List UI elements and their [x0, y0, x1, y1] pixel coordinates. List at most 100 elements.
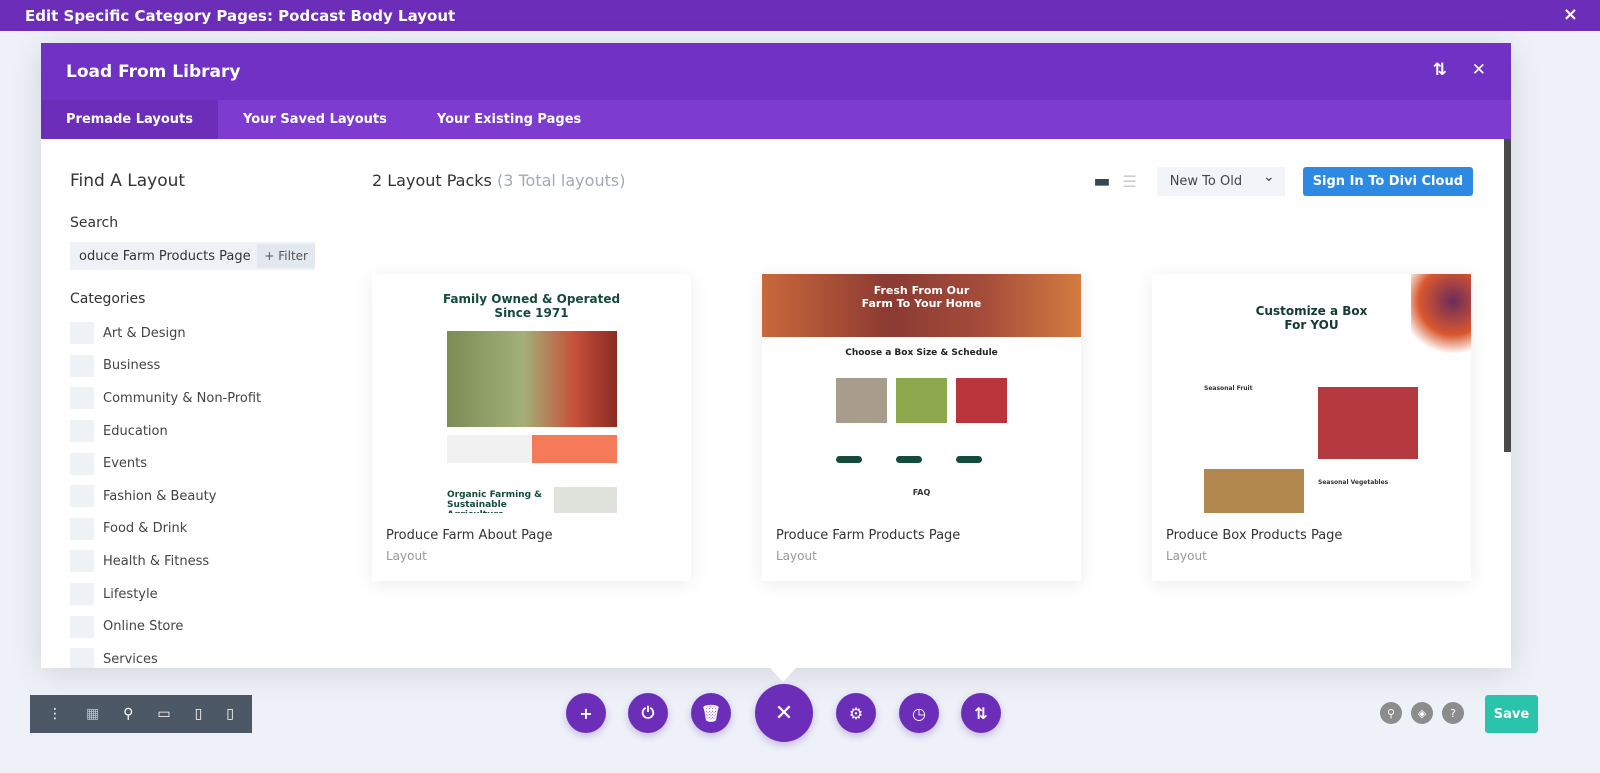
category-label: Online Store: [103, 619, 184, 635]
close-icon[interactable]: ✕: [1472, 60, 1486, 80]
category-checkbox[interactable]: [70, 583, 94, 606]
close-library-button[interactable]: ✕: [755, 684, 813, 742]
card-title: Produce Farm About Page: [386, 528, 553, 543]
layout-card[interactable]: Customize a Box For YOU Seasonal Fruit S…: [1152, 274, 1471, 581]
filter-button[interactable]: + Filter: [257, 244, 315, 268]
category-label: Services: [103, 651, 158, 667]
modal-header: Load From Library ⇅ ✕: [41, 43, 1511, 100]
card-title: Produce Box Products Page: [1166, 528, 1343, 543]
category-item[interactable]: Business: [70, 350, 315, 383]
thumb-subheading: Choose a Box Size & Schedule: [845, 348, 998, 358]
layers-icon[interactable]: ◈: [1411, 702, 1433, 724]
phone-icon[interactable]: ▯: [226, 706, 234, 722]
category-checkbox[interactable]: [70, 354, 94, 377]
list-view-icon[interactable]: ☰: [1122, 172, 1136, 191]
category-label: Lifestyle: [103, 586, 158, 602]
thumb-heading: Family Owned & Operated Since 1971: [442, 292, 621, 320]
category-item[interactable]: Food & Drink: [70, 513, 315, 546]
category-item[interactable]: Lifestyle: [70, 578, 315, 611]
desktop-icon[interactable]: ▭: [157, 706, 170, 722]
category-checkbox[interactable]: [70, 387, 94, 410]
tab-premade-layouts[interactable]: Premade Layouts: [41, 100, 218, 139]
sort-arrows-icon[interactable]: ⇅: [1433, 60, 1447, 80]
thumb-image: [1411, 274, 1471, 364]
category-label: Events: [103, 456, 148, 472]
category-checkbox[interactable]: [70, 322, 94, 345]
thumb-subheading: Seasonal Vegetables: [1318, 479, 1389, 486]
sort-arrows-icon[interactable]: ⇅: [961, 693, 1001, 733]
category-item[interactable]: Community & Non-Profit: [70, 382, 315, 415]
layout-browser: 2 Layout Packs (3 Total layouts) ▬ ☰ New…: [372, 167, 1473, 581]
layout-thumbnail: Customize a Box For YOU Seasonal Fruit S…: [1152, 274, 1471, 513]
grid-view-icon[interactable]: ▬: [1093, 171, 1110, 192]
search-input[interactable]: oduce Farm Products Page + Filter: [70, 242, 315, 270]
thumb-hero: Fresh From Our Farm To Your Home: [762, 274, 1081, 337]
tab-existing-pages[interactable]: Your Existing Pages: [412, 100, 606, 139]
card-title: Produce Farm Products Page: [776, 528, 961, 543]
portability-icon[interactable]: ⏻: [628, 693, 668, 733]
settings-icon[interactable]: ⚙: [836, 693, 876, 733]
layout-card[interactable]: Family Owned & Operated Since 1971 Organ…: [372, 274, 691, 581]
history-icon[interactable]: ◷: [899, 693, 939, 733]
thumb-heading: Fresh From Our Farm To Your Home: [861, 284, 982, 310]
thumb-subheading: Organic Farming & Sustainable Agricultur…: [447, 490, 542, 513]
sort-select[interactable]: New To Old: [1156, 167, 1285, 196]
close-icon[interactable]: ×: [1563, 4, 1578, 25]
card-type: Layout: [776, 549, 817, 563]
modal-pointer: [770, 668, 796, 682]
trash-icon[interactable]: 🗑: [691, 693, 731, 733]
wireframe-icon[interactable]: ▦: [86, 706, 99, 722]
thumb-image: [447, 331, 617, 427]
category-label: Art & Design: [103, 325, 186, 341]
help-icon[interactable]: ?: [1442, 702, 1464, 724]
category-item[interactable]: Art & Design: [70, 317, 315, 350]
category-checkbox[interactable]: [70, 550, 94, 573]
category-label: Food & Drink: [103, 521, 188, 537]
thumb-image: [896, 378, 947, 423]
category-checkbox[interactable]: [70, 517, 94, 540]
category-item[interactable]: Fashion & Beauty: [70, 480, 315, 513]
window-title: Edit Specific Category Pages: Podcast Bo…: [25, 7, 456, 25]
tab-saved-layouts[interactable]: Your Saved Layouts: [218, 100, 412, 139]
thumb-heading: Customize a Box For YOU: [1255, 304, 1368, 332]
load-from-library-modal: Load From Library ⇅ ✕ Premade Layouts Yo…: [41, 43, 1511, 668]
category-label: Community & Non-Profit: [103, 390, 262, 406]
category-item[interactable]: Services: [70, 643, 315, 668]
category-label: Fashion & Beauty: [103, 488, 217, 504]
card-type: Layout: [1166, 549, 1207, 563]
category-item[interactable]: Online Store: [70, 610, 315, 643]
category-checkbox[interactable]: [70, 648, 94, 668]
search-value: oduce Farm Products Page: [79, 248, 251, 264]
thumb-image: [1204, 469, 1304, 513]
thumb-image: [554, 487, 617, 513]
tablet-icon[interactable]: ▯: [195, 706, 203, 722]
more-options-icon[interactable]: ⋮: [48, 706, 62, 722]
thumb-button: [896, 456, 922, 463]
search-label: Search: [70, 215, 119, 231]
category-checkbox[interactable]: [70, 615, 94, 638]
category-item[interactable]: Education: [70, 415, 315, 448]
zoom-icon[interactable]: ⚲: [123, 706, 133, 722]
layout-thumbnail: Family Owned & Operated Since 1971 Organ…: [372, 274, 691, 513]
scrollbar[interactable]: [1504, 139, 1511, 452]
add-button[interactable]: +: [566, 693, 606, 733]
thumb-block: [532, 435, 617, 463]
sign-in-divi-cloud-button[interactable]: Sign In To Divi Cloud: [1302, 167, 1473, 196]
save-button[interactable]: Save: [1485, 695, 1538, 733]
category-list: Art & Design Business Community & Non-Prof…: [70, 317, 315, 668]
thumb-image: [956, 378, 1007, 423]
modal-tabs: Premade Layouts Your Saved Layouts Your …: [41, 100, 1511, 139]
search-icon[interactable]: ⚲: [1380, 702, 1402, 724]
category-label: Business: [103, 358, 161, 374]
total-layouts: (3 Total layouts): [496, 171, 626, 190]
category-item[interactable]: Health & Fitness: [70, 545, 315, 578]
thumb-image: [836, 378, 887, 423]
modal-title: Load From Library: [66, 62, 241, 82]
category-item[interactable]: Events: [70, 447, 315, 480]
sidebar: Find A Layout Search oduce Farm Products…: [70, 171, 315, 668]
categories-label: Categories: [70, 291, 146, 307]
layout-card[interactable]: Fresh From Our Farm To Your Home Choose …: [762, 274, 1081, 581]
category-checkbox[interactable]: [70, 452, 94, 475]
category-checkbox[interactable]: [70, 420, 94, 443]
category-checkbox[interactable]: [70, 485, 94, 508]
